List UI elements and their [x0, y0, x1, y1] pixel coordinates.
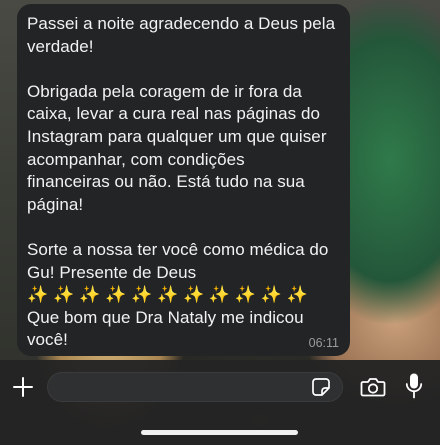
incoming-message-bubble[interactable]: Passei a noite agradecendo a Deus pela v… [17, 4, 350, 356]
camera-icon[interactable] [360, 375, 386, 399]
message-input[interactable] [47, 372, 343, 402]
message-text: Passei a noite agradecendo a Deus pela v… [27, 14, 336, 350]
home-indicator [141, 430, 298, 435]
message-composer [0, 360, 440, 445]
microphone-icon[interactable] [405, 372, 423, 400]
message-timestamp: 06:11 [308, 336, 339, 350]
sticker-icon[interactable] [311, 377, 331, 397]
plus-icon[interactable] [11, 375, 35, 399]
